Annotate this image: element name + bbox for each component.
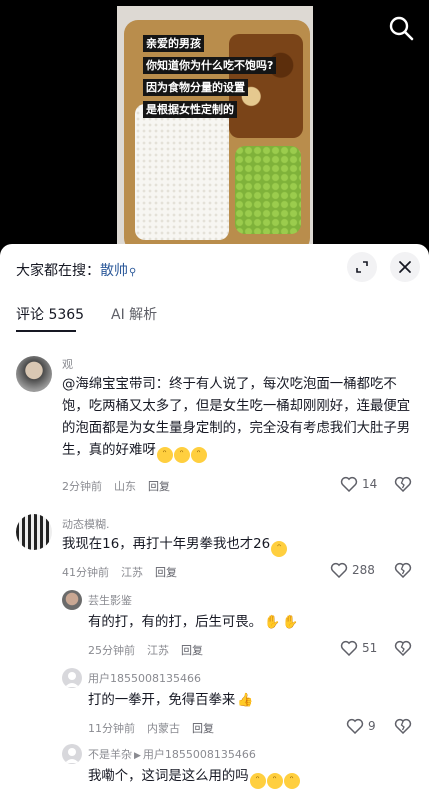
reply-button[interactable]: 回复 — [192, 722, 214, 735]
caption-line: 是根据女性定制的 — [143, 101, 237, 118]
close-icon — [399, 261, 411, 273]
heart-icon — [346, 718, 364, 734]
comment-text: 我现在16，再打十年男拳我也才26 ᵔ — [62, 534, 418, 557]
active-tab-indicator — [16, 330, 76, 332]
caption-line: 亲爱的男孩 — [143, 35, 204, 52]
like-button[interactable]: 51 — [340, 640, 377, 656]
search-icon[interactable] — [387, 14, 415, 42]
comment-text: 打的一拳开，免得百拳来 👍 — [88, 690, 418, 712]
tab-ai-analysis[interactable]: AI 解析 — [111, 304, 157, 324]
comment-meta: 41分钟前 江苏 回复 — [62, 564, 189, 580]
like-count: 14 — [362, 477, 378, 491]
comment-text: 我嘞个，这词是这么用的吗 ᵔ ᵔ ᵔ — [88, 766, 418, 789]
comment-author[interactable]: 观 — [62, 356, 73, 372]
comment-body: 有的打，有的打，后生可畏。 — [88, 615, 263, 630]
like-button[interactable]: 9 — [346, 718, 376, 734]
expand-icon — [356, 261, 368, 273]
comment-time: 41分钟前 — [62, 566, 109, 579]
crying-emoji-icon: ᵔ — [249, 773, 266, 789]
comment-text: @海绵宝宝带司：终于有人说了，每次吃泡面一桶都吃不饱，吃两桶又太多了，但是女生吃… — [62, 374, 418, 463]
like-count: 288 — [352, 563, 375, 577]
broken-heart-icon[interactable] — [394, 562, 412, 578]
comment-author[interactable]: 用户1855008135466 — [88, 670, 201, 686]
video-frame: 亲爱的男孩 你知道你为什么吃不饱吗? 因为食物分量的设置 是根据女性定制的 — [117, 6, 313, 246]
heart-icon — [340, 640, 358, 656]
comment-time: 2分钟前 — [62, 480, 102, 493]
crying-emoji-icon: ᵔ — [190, 447, 207, 463]
comment-time: 11分钟前 — [88, 722, 135, 735]
avatar[interactable] — [62, 590, 82, 610]
praying-hands-icon: ✋ — [264, 615, 281, 630]
comment-body: 我嘞个，这词是这么用的吗 — [88, 769, 249, 784]
comment-location: 江苏 — [121, 566, 143, 579]
caption-line: 因为食物分量的设置 — [143, 79, 248, 96]
like-count: 9 — [368, 719, 376, 733]
avatar[interactable] — [62, 744, 82, 764]
search-small-icon: ⚲ — [129, 267, 137, 278]
reply-target[interactable]: 用户1855008135466 — [143, 748, 256, 761]
comment-body: 我现在16，再打十年男拳我也才26 — [62, 537, 271, 552]
comment-location: 江苏 — [147, 644, 169, 657]
comment-tabs: 评论 5365 AI 解析 — [0, 300, 429, 340]
tab-comments[interactable]: 评论 5365 — [16, 304, 84, 324]
comment-text: 有的打，有的打，后生可畏。 ✋ ✋ — [88, 612, 418, 634]
like-button[interactable]: 14 — [340, 476, 377, 492]
close-button[interactable] — [390, 252, 420, 282]
broken-heart-icon[interactable] — [394, 640, 412, 656]
comment-meta: 11分钟前 内蒙古 回复 — [88, 720, 226, 736]
comment-meta: 25分钟前 江苏 回复 — [88, 642, 215, 658]
search-hint-label: 大家都在搜： — [16, 263, 100, 279]
expand-button[interactable] — [347, 252, 377, 282]
broken-heart-icon[interactable] — [394, 476, 412, 492]
crying-emoji-icon: ᵔ — [156, 447, 173, 463]
reply-button[interactable]: 回复 — [155, 566, 177, 579]
comment-location: 山东 — [114, 480, 136, 493]
thumbs-up-icon: 👍 — [237, 693, 254, 708]
search-keyword[interactable]: 散帅 — [100, 263, 128, 279]
crying-emoji-icon: ᵔ — [173, 447, 190, 463]
laughing-crying-emoji-icon: ᵔ — [271, 541, 288, 557]
comment-meta: 2分钟前 山东 回复 — [62, 478, 182, 494]
reply-button[interactable]: 回复 — [148, 480, 170, 493]
avatar[interactable] — [16, 356, 52, 392]
vegetable-compartment — [235, 146, 301, 234]
comment-body: 打的一拳开，免得百拳来 — [88, 693, 236, 708]
crying-emoji-icon: ᵔ — [266, 773, 283, 789]
heart-icon — [330, 562, 348, 578]
comment-author[interactable]: 芸生影鉴 — [88, 592, 132, 608]
comment-author: 不是羊杂 ▶ 用户1855008135466 — [88, 746, 256, 762]
video-caption: 亲爱的男孩 你知道你为什么吃不饱吗? 因为食物分量的设置 是根据女性定制的 — [143, 32, 293, 120]
crying-emoji-icon: ᵔ — [283, 773, 300, 789]
comment-sheet: 大家都在搜：散帅⚲ 评论 5365 AI 解析 观 @海绵宝宝带司：终于有人说了… — [0, 244, 429, 800]
heart-icon — [340, 476, 358, 492]
caption-line: 你知道你为什么吃不饱吗? — [143, 57, 277, 74]
rice-compartment — [135, 104, 229, 240]
avatar[interactable] — [16, 514, 52, 550]
video-player[interactable]: 亲爱的男孩 你知道你为什么吃不饱吗? 因为食物分量的设置 是根据女性定制的 — [0, 0, 429, 246]
like-button[interactable]: 288 — [330, 562, 375, 578]
reply-author[interactable]: 不是羊杂 — [88, 748, 132, 761]
reply-button[interactable]: 回复 — [181, 644, 203, 657]
like-count: 51 — [362, 641, 378, 655]
praying-hands-icon: ✋ — [282, 615, 299, 630]
comment-location: 内蒙古 — [147, 722, 180, 735]
avatar[interactable] — [62, 668, 82, 688]
reply-arrow-icon: ▶ — [134, 751, 141, 761]
comment-body: @海绵宝宝带司：终于有人说了，每次吃泡面一桶都吃不饱，吃两桶又太多了，但是女生吃… — [62, 377, 411, 458]
default-avatar-icon — [65, 748, 79, 763]
default-avatar-icon — [65, 672, 79, 687]
sheet-header: 大家都在搜：散帅⚲ — [0, 244, 429, 290]
broken-heart-icon[interactable] — [394, 718, 412, 734]
search-suggestion[interactable]: 大家都在搜：散帅⚲ — [16, 260, 136, 280]
comment-author[interactable]: 动态模糊. — [62, 516, 110, 532]
comment-time: 25分钟前 — [88, 644, 135, 657]
